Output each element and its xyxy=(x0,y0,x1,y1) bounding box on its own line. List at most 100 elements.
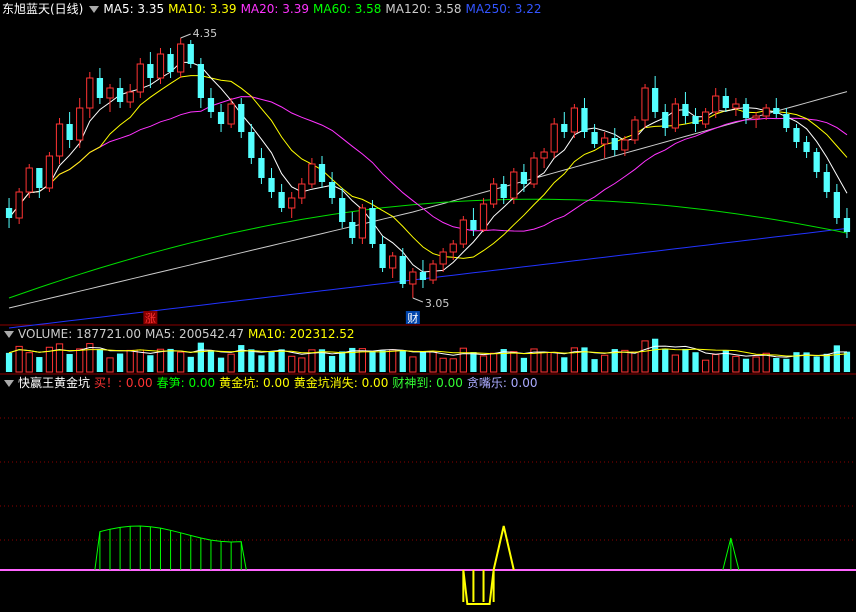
golden-pit-exit-signal xyxy=(492,525,515,571)
candle-body xyxy=(126,91,134,103)
candle-body xyxy=(328,182,336,198)
volume-bar xyxy=(459,347,467,373)
candle-body xyxy=(833,192,840,218)
volume-bar xyxy=(550,351,558,373)
candle-body xyxy=(187,44,194,64)
volume-bar xyxy=(197,342,204,372)
candle-body xyxy=(459,219,467,245)
candle-body xyxy=(36,168,43,188)
candle-body xyxy=(389,255,397,269)
volume-bar xyxy=(671,354,679,373)
volume-bar xyxy=(773,357,780,372)
candle-body xyxy=(258,158,265,178)
candle-body xyxy=(358,207,367,239)
volume-bar xyxy=(227,353,235,373)
candle-body xyxy=(641,87,649,121)
volume-bar xyxy=(147,355,154,372)
candle-body xyxy=(783,114,790,128)
candle-body xyxy=(369,208,376,244)
candle-body xyxy=(611,138,618,150)
candle-body xyxy=(278,192,285,208)
ma120-line xyxy=(8,91,848,309)
candle-body xyxy=(500,184,507,198)
volume-bar xyxy=(662,348,669,372)
volume-bar xyxy=(389,349,397,373)
volume-bar xyxy=(652,338,659,372)
volume-bar xyxy=(843,351,851,372)
high-marker-label: 4.35 xyxy=(193,27,218,40)
candle-body xyxy=(76,107,84,141)
ma20-line xyxy=(8,96,848,232)
candle-body xyxy=(177,43,185,73)
candle-body xyxy=(197,64,204,98)
volume-bar xyxy=(399,350,406,372)
candle-body xyxy=(308,163,316,185)
volume-bar xyxy=(76,348,84,373)
low-marker-arrow xyxy=(412,297,424,303)
volume-bar xyxy=(561,357,568,372)
candle-body xyxy=(66,124,73,140)
volume-bar xyxy=(66,353,73,372)
candle-body xyxy=(449,243,457,253)
volume-bar xyxy=(752,356,760,373)
candle-body xyxy=(803,142,810,152)
candle-body xyxy=(479,203,488,231)
volume-bar xyxy=(278,349,285,372)
candle-body xyxy=(823,172,830,192)
volume-bar xyxy=(823,353,830,372)
candle-body xyxy=(722,96,729,108)
volume-bar xyxy=(248,349,255,372)
candle-body xyxy=(268,178,275,192)
candle-body xyxy=(601,137,609,145)
volume-bar xyxy=(156,348,165,373)
candle-body xyxy=(419,272,427,280)
volume-bar xyxy=(126,349,134,373)
candle-body xyxy=(298,183,306,199)
chart-canvas[interactable]: 4.35 3.05 涨 财 xyxy=(0,0,856,612)
candle-body xyxy=(762,107,770,117)
volume-bar xyxy=(298,357,306,373)
volume-bar xyxy=(762,352,770,373)
volume-bar xyxy=(96,349,104,372)
candle-body xyxy=(520,172,528,184)
volume-bar xyxy=(116,353,124,372)
candle-body xyxy=(671,103,679,129)
candle-body xyxy=(349,222,356,238)
volume-bar xyxy=(833,345,840,372)
candle-body xyxy=(217,112,225,124)
candle-body xyxy=(561,124,568,132)
volume-bar xyxy=(510,351,518,373)
candle-body xyxy=(662,112,669,128)
candle-body xyxy=(167,54,174,72)
volume-bar xyxy=(479,355,488,373)
candle-body xyxy=(86,77,94,109)
volume-bar xyxy=(167,348,174,372)
candle-body xyxy=(156,53,165,79)
candle-body xyxy=(742,104,750,118)
candle-body xyxy=(227,103,235,125)
ma5-line xyxy=(8,61,848,273)
volume-bar xyxy=(106,357,114,373)
candle-body xyxy=(489,183,498,205)
candle-body xyxy=(530,157,538,185)
candle-body xyxy=(238,104,245,132)
candle-body xyxy=(591,132,598,144)
candle-body xyxy=(773,108,780,114)
volume-bar xyxy=(288,355,296,373)
volume-bar xyxy=(520,357,528,372)
candle-body xyxy=(692,116,699,124)
volume-bar xyxy=(25,352,33,373)
volume-bar xyxy=(409,356,417,373)
candle-body xyxy=(843,218,851,232)
cai-marker: 财 xyxy=(407,311,418,325)
candle-body xyxy=(318,164,326,182)
candle-body xyxy=(399,256,406,284)
volume-bar xyxy=(238,345,245,372)
zhang-marker: 涨 xyxy=(145,312,156,325)
volume-bar xyxy=(489,352,498,373)
candle-body xyxy=(248,132,255,158)
candle-body xyxy=(288,197,296,209)
candle-body xyxy=(439,251,447,265)
volume-bar xyxy=(5,352,13,372)
volume-bar xyxy=(813,356,820,372)
